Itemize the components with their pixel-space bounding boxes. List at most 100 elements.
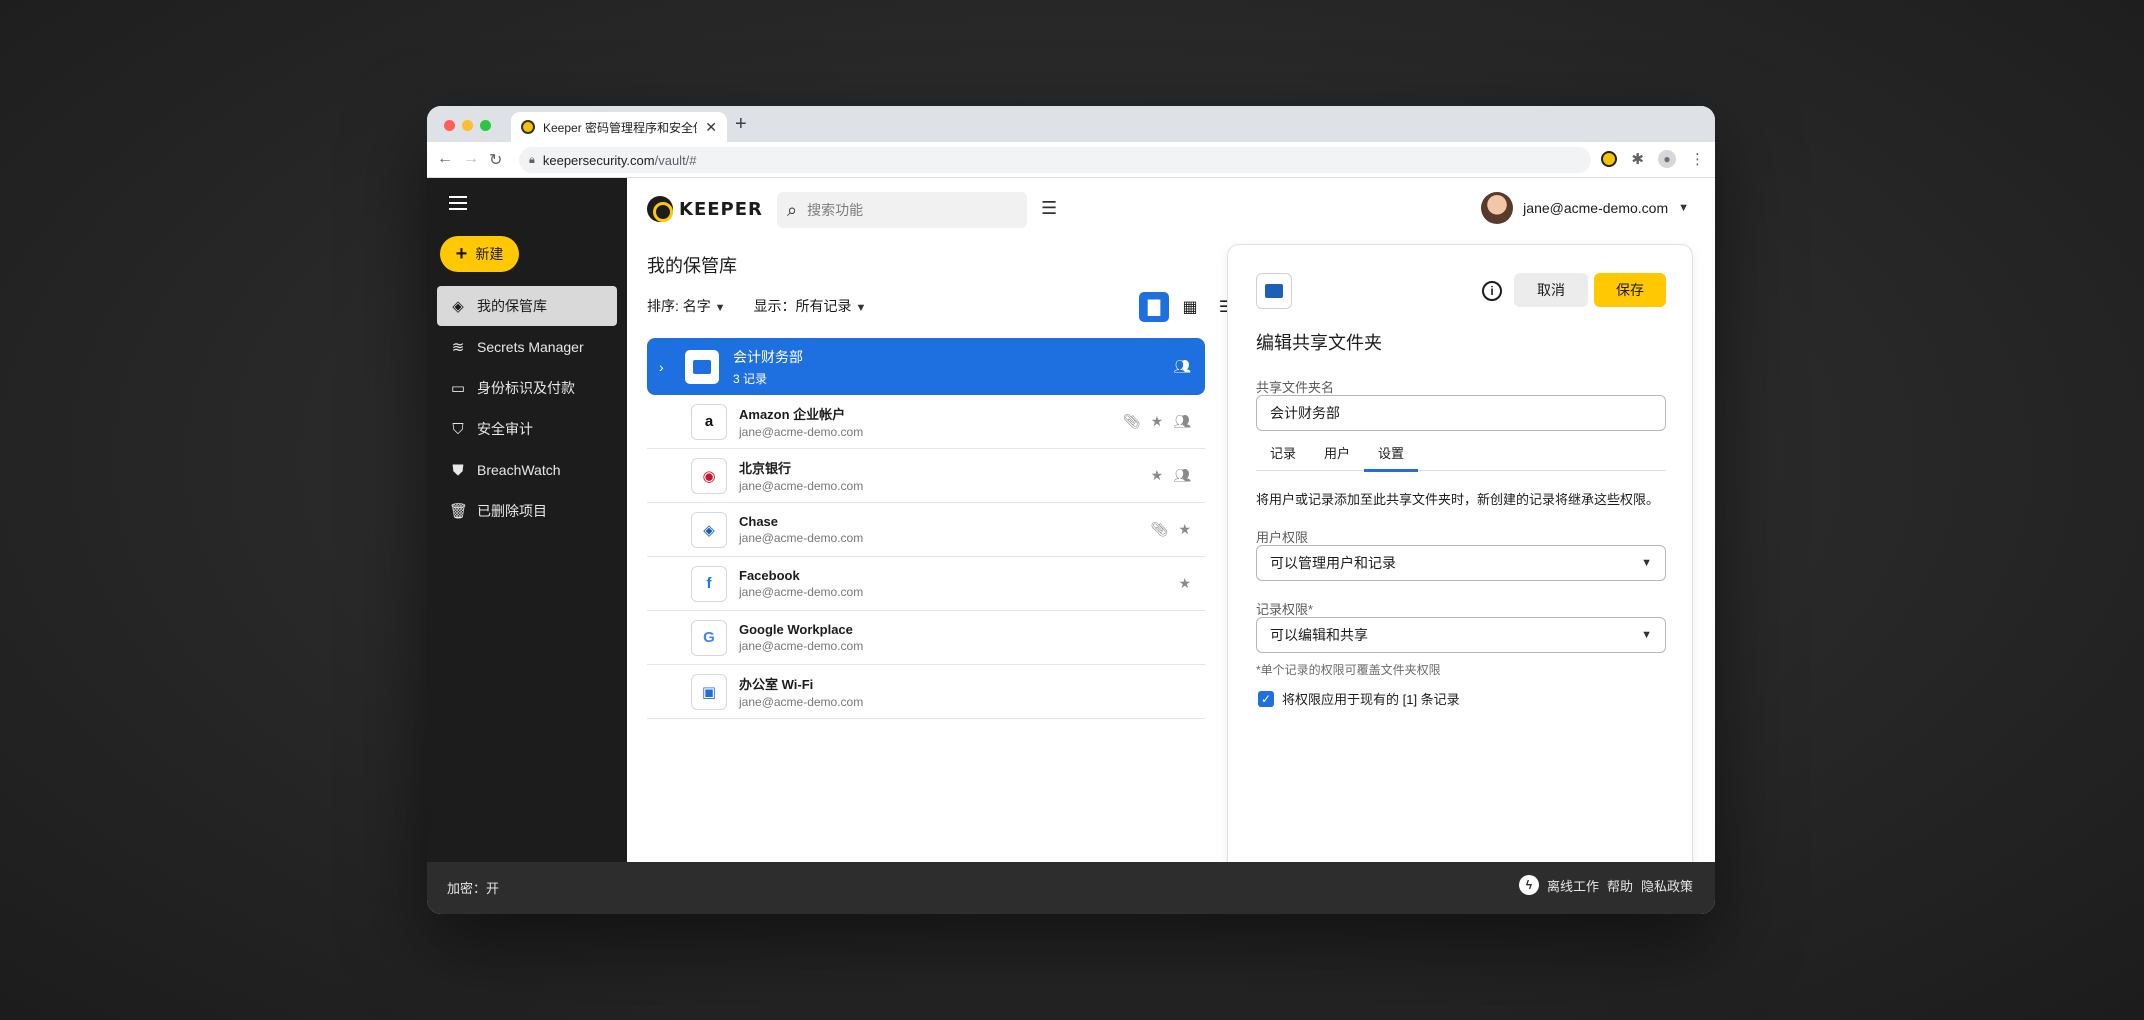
user-menu[interactable]: jane@acme-demo.com ▼ [1481,192,1689,224]
record-email: jane@acme-demo.com [739,425,864,439]
amazon-logo-icon: a [691,403,727,440]
search-input[interactable]: ⌕ 搜索功能 [777,192,1027,228]
sidebar-item-breachwatch[interactable]: ⛊ BreachWatch [437,450,617,490]
show-dropdown[interactable]: 显示：所有记录 ▼ [754,296,867,316]
tab-title: Keeper 密码管理程序和安全保 [543,120,698,135]
checkmark-icon[interactable]: ✓ [1258,690,1274,707]
shared-users-icon: 👥︎ [1173,358,1191,374]
shared-folder-row[interactable]: › 会计财务部 3 记录 👥︎ [647,338,1205,395]
save-button[interactable]: 保存 [1594,273,1666,307]
chevron-down-icon: ▼ [1641,557,1652,569]
table-row[interactable]: ◈ Chase jane@acme-demo.com 📎︎ ★ [647,503,1205,557]
sidebar-item-secrets-manager[interactable]: ≋ Secrets Manager [437,327,617,367]
vault-icon: ◈ [452,298,464,315]
record-name: Facebook [739,568,800,583]
keeper-extension-icon[interactable] [1601,151,1618,167]
close-window-button[interactable] [444,120,455,131]
record-permission-value: 可以编辑和共享 [1270,627,1368,643]
kebab-menu-icon[interactable]: ⋮ [1690,150,1705,168]
table-row[interactable]: ◉ 北京银行 jane@acme-demo.com ★ 👥︎ [647,449,1205,503]
info-icon[interactable]: i [1482,281,1502,301]
sort-dropdown[interactable]: 排序: 名字 ▼ [647,296,726,316]
grid-view-button[interactable]: ▦ [1175,292,1205,322]
tab-users[interactable]: 用户 [1310,439,1364,470]
offline-mode-link[interactable]: 离线工作 [1547,876,1599,895]
encryption-status: 加密：开 [447,881,500,896]
help-link[interactable]: 帮助 [1607,876,1633,895]
record-permission-select[interactable]: 可以编辑和共享 ▼ [1256,617,1666,653]
folder-count: 3 记录 [733,371,768,386]
back-arrow-icon[interactable]: ← [437,150,453,168]
bank-of-beijing-logo-icon: ◉ [691,457,727,494]
panel-title: 编辑共享文件夹 [1256,333,1382,353]
record-email: jane@acme-demo.com [739,585,864,599]
shared-folder-icon [1256,273,1292,309]
plus-icon: + [455,243,468,265]
lightning-icon: ϟ [1518,875,1539,895]
star-icon[interactable]: ★ [1151,413,1164,430]
privacy-policy-link[interactable]: 隐私政策 [1641,876,1693,895]
puzzle-icon[interactable]: ✱ [1631,150,1644,168]
user-permission-select[interactable]: 可以管理用户和记录 ▼ [1256,545,1666,581]
apply-existing-checkbox[interactable]: ✓ 将权限应用于现有的 [1] 条记录 [1258,689,1460,708]
keeper-logo-icon [647,196,673,222]
star-icon[interactable]: ★ [1151,467,1164,484]
sidebar-item-identity-payments[interactable]: ▭ 身份标识及付款 [437,368,617,408]
chevron-down-icon: ▼ [714,302,726,314]
filter-sliders-icon[interactable]: ☰ [1041,198,1057,219]
address-bar[interactable]: 🔒︎ keepersecurity.com/vault/# [519,147,1591,173]
card-icon: ▭ [450,380,466,397]
tab-settings[interactable]: 设置 [1364,439,1419,472]
avatar [1481,192,1514,224]
search-placeholder: 搜索功能 [807,202,864,218]
main-content: KEEPER ⌕ 搜索功能 ☰ jane@acme-demo.com ▼ 我的保… [627,178,1715,884]
forward-arrow-icon[interactable]: → [463,150,479,168]
tab-records[interactable]: 记录 [1256,439,1310,470]
page-title: 我的保管库 [647,256,737,276]
tab-close-icon[interactable]: ✕ [705,119,717,136]
trash-icon: 🗑︎ [449,503,469,520]
sidebar-item-label: 安全审计 [477,421,533,437]
sort-controls: 排序: 名字 ▼ 显示：所有记录 ▼ [647,296,866,316]
browser-window: Keeper 密码管理程序和安全保 ✕ + ← → ↻ 🔒︎ keepersec… [427,106,1715,914]
star-icon[interactable]: ★ [1178,575,1191,592]
record-permission-label: 记录权限* [1256,602,1314,617]
cancel-button[interactable]: 取消 [1514,273,1588,307]
hamburger-menu-icon[interactable] [449,196,467,214]
sidebar-item-deleted[interactable]: 🗑︎ 已删除项目 [437,491,617,531]
browser-tab-active[interactable]: Keeper 密码管理程序和安全保 ✕ [511,112,727,142]
record-email: jane@acme-demo.com [739,695,864,709]
google-logo-icon: G [691,619,727,656]
table-row[interactable]: f Facebook jane@acme-demo.com ★ [647,557,1205,611]
sidebar-item-label: 身份标识及付款 [477,380,575,396]
minimize-window-button[interactable] [462,120,473,131]
browser-tabbar: Keeper 密码管理程序和安全保 ✕ + [427,106,1715,142]
folder-view-button[interactable]: ▇ [1139,292,1169,322]
record-name: 办公室 Wi-Fi [739,677,814,692]
logo-text: KEEPER [679,198,763,220]
table-row[interactable]: G Google Workplace jane@acme-demo.com [647,611,1205,665]
user-email: jane@acme-demo.com [1523,200,1669,216]
new-tab-button[interactable]: + [735,113,747,136]
status-footer: 加密：开 ϟ 离线工作 帮助 隐私政策 [427,862,1715,914]
shared-folder-icon [685,349,719,384]
sidebar-item-my-vault[interactable]: ◈ 我的保管库 [437,286,617,326]
view-toggle: ▇ ▦ ☰ [1139,292,1241,322]
sidebar-nav: ◈ 我的保管库 ≋ Secrets Manager ▭ 身份标识及付款 ⛉ 安全… [437,286,617,532]
sidebar-item-security-audit[interactable]: ⛉ 安全审计 [437,409,617,449]
sidebar-item-label: 我的保管库 [477,298,547,314]
chevron-right-icon[interactable]: › [659,359,673,375]
reload-icon[interactable]: ↻ [489,150,502,170]
folder-name-input[interactable]: 会计财务部 [1256,395,1666,431]
maximize-window-button[interactable] [480,120,491,131]
table-row[interactable]: ▣ 办公室 Wi-Fi jane@acme-demo.com [647,665,1205,719]
user-permission-value: 可以管理用户和记录 [1270,555,1396,571]
wifi-file-icon: ▣ [691,673,727,710]
profile-icon[interactable]: ● [1658,150,1676,168]
folder-name-label: 共享文件夹名 [1256,380,1335,395]
table-row[interactable]: a Amazon 企业帐户 jane@acme-demo.com 📎︎ ★ 👥︎ [647,395,1205,449]
new-item-button[interactable]: + 新建 [440,236,519,272]
settings-description: 将用户或记录添加至此共享文件夹时，新创建的记录将继承这些权限。 [1256,492,1660,507]
record-name: Google Workplace [739,622,853,637]
star-icon[interactable]: ★ [1178,521,1191,538]
